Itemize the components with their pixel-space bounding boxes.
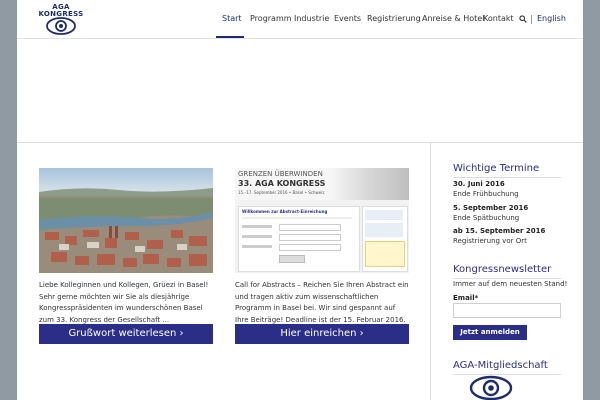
nav-events[interactable]: Events xyxy=(334,0,361,38)
membership-heading: AGA-Mitgliedschaft xyxy=(453,360,548,371)
nav-registrierung[interactable]: Registrierung xyxy=(367,0,421,38)
page: AGA KONGRESS Start Programm Industrie Ev… xyxy=(17,0,583,400)
abstract-info-box xyxy=(362,206,408,272)
email-label: Email* xyxy=(453,294,479,302)
nav-separator xyxy=(531,15,532,24)
email-input[interactable] xyxy=(453,303,561,318)
termin-date: 5. September 2016 xyxy=(453,204,529,212)
language-switch-english[interactable]: English xyxy=(537,0,566,38)
nav-active-indicator xyxy=(216,36,244,38)
abstract-text: Call for Abstracts – Reichen Sie Ihren A… xyxy=(235,281,409,324)
newsletter-heading: Kongressnewsletter xyxy=(453,264,552,275)
abstract-image-banner: GRENZEN ÜBERWINDEN 33. AGA KONGRESS 15.–… xyxy=(235,168,409,200)
site-logo[interactable]: AGA KONGRESS xyxy=(37,4,85,36)
termin-desc: Registrierung vor Ort xyxy=(453,237,527,245)
newsletter-text: Immer auf dem neuesten Stand! xyxy=(453,280,568,288)
termine-heading: Wichtige Termine xyxy=(453,163,540,174)
subscribe-button[interactable]: Jetzt anmelden xyxy=(453,325,527,340)
site-header: AGA KONGRESS Start Programm Industrie Ev… xyxy=(17,0,583,39)
nav-start[interactable]: Start xyxy=(222,0,242,38)
abstract-image-line3: 15.–17. September 2016 • Basel • Schweiz xyxy=(238,190,325,195)
sidebar-divider xyxy=(430,143,431,400)
logo-text: AGA KONGRESS xyxy=(37,4,85,18)
welcome-text: Liebe Kolleginnen und Kollegen, Grüezi i… xyxy=(39,281,209,324)
nav-anreise-hotel[interactable]: Anreise & Hotel xyxy=(422,0,484,38)
welcome-read-more-button[interactable]: Grußwort weiterlesen › xyxy=(39,324,213,344)
abstract-image-line1: GRENZEN ÜBERWINDEN xyxy=(238,170,323,178)
abstract-form-title: Willkommen zur Abstract-Einreichung xyxy=(242,209,328,214)
aga-eye-icon xyxy=(46,17,76,35)
abstract-submission-screenshot: GRENZEN ÜBERWINDEN 33. AGA KONGRESS 15.–… xyxy=(235,168,409,273)
nav-programm[interactable]: Programm xyxy=(250,0,292,38)
abstract-submit-button[interactable]: Hier einreichen › xyxy=(235,324,409,344)
termin-desc: Ende Spätbuchung xyxy=(453,214,520,222)
aga-membership-logo-icon[interactable] xyxy=(469,375,513,400)
newsletter-rule xyxy=(453,278,561,279)
basel-city-photo xyxy=(39,168,213,273)
main-content: Liebe Kolleginnen und Kollegen, Grüezi i… xyxy=(17,143,583,400)
abstract-image-line2: 33. AGA KONGRESS xyxy=(238,179,326,188)
termine-rule xyxy=(453,177,561,178)
termin-desc: Ende Frühbuchung xyxy=(453,190,519,198)
termin-date: ab 15. September 2016 xyxy=(453,227,546,235)
abstract-form-preview: Willkommen zur Abstract-Einreichung xyxy=(238,206,360,272)
nav-kontakt[interactable]: Kontakt xyxy=(483,0,514,38)
termin-date: 30. Juni 2016 xyxy=(453,180,505,188)
nav-industrie[interactable]: Industrie xyxy=(294,0,329,38)
banner-area xyxy=(17,39,583,143)
search-icon[interactable] xyxy=(519,15,527,23)
